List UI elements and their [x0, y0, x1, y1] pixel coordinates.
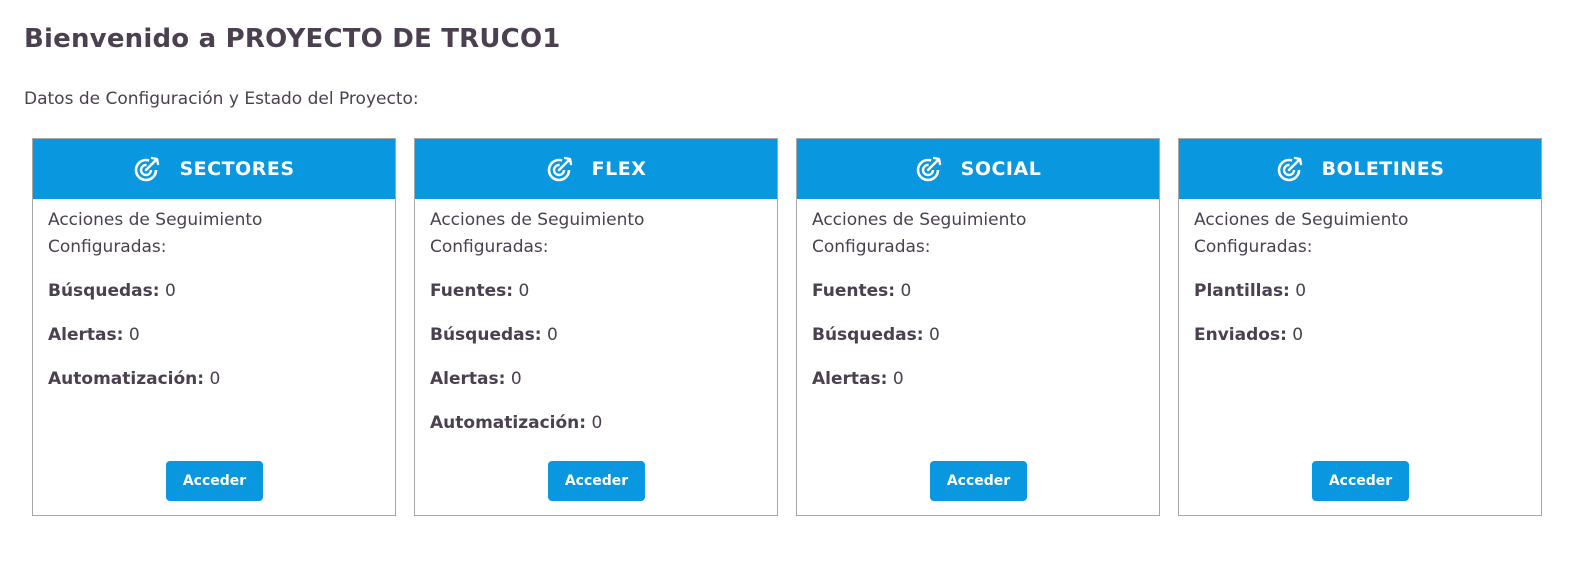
stat-value: 0 — [892, 369, 904, 389]
stat-label: Búsquedas: — [430, 325, 542, 345]
stat-busquedas: Búsquedas: 0 — [48, 277, 380, 305]
target-arrow-icon — [915, 155, 943, 183]
card-boletines: BOLETINES Acciones de Seguimiento Config… — [1178, 138, 1542, 516]
card-header: SOCIAL — [797, 139, 1159, 199]
stat-label: Plantillas: — [1194, 281, 1290, 301]
stat-value: 0 — [1295, 281, 1307, 301]
stat-fuentes: Fuentes: 0 — [812, 277, 1144, 305]
stat-value: 0 — [518, 281, 530, 301]
stat-automatizacion: Automatización: 0 — [48, 365, 380, 393]
stat-alertas: Alertas: 0 — [48, 321, 380, 349]
stat-value: 0 — [209, 369, 221, 389]
stat-label: Alertas: — [430, 369, 506, 389]
card-title: FLEX — [591, 158, 647, 180]
card-title: SOCIAL — [960, 158, 1042, 180]
card-social: SOCIAL Acciones de Seguimiento Configura… — [796, 138, 1160, 516]
stat-label: Alertas: — [48, 325, 124, 345]
stat-value: 0 — [510, 369, 522, 389]
stat-automatizacion: Automatización: 0 — [430, 409, 762, 437]
card-title: BOLETINES — [1321, 158, 1445, 180]
stat-label: Automatización: — [430, 413, 587, 433]
card-description: Acciones de Seguimiento Configuradas: — [1194, 210, 1409, 257]
stat-plantillas: Plantillas: 0 — [1194, 277, 1526, 305]
card-body: Acciones de Seguimiento Configuradas: Bú… — [33, 199, 395, 393]
card-body: Acciones de Seguimiento Configuradas: Pl… — [1179, 199, 1541, 349]
stat-value: 0 — [128, 325, 140, 345]
target-arrow-icon — [1276, 155, 1304, 183]
stat-enviados: Enviados: 0 — [1194, 321, 1526, 349]
stat-label: Automatización: — [48, 369, 205, 389]
card-description: Acciones de Seguimiento Configuradas: — [430, 210, 645, 257]
target-arrow-icon — [133, 155, 161, 183]
page-subtitle: Datos de Configuración y Estado del Proy… — [24, 89, 419, 109]
stat-alertas: Alertas: 0 — [430, 365, 762, 393]
target-arrow-icon — [546, 155, 574, 183]
stat-label: Búsquedas: — [812, 325, 924, 345]
card-sectores: SECTORES Acciones de Seguimiento Configu… — [32, 138, 396, 516]
stat-value: 0 — [546, 325, 558, 345]
acceder-button[interactable]: Acceder — [930, 461, 1027, 501]
card-body: Acciones de Seguimiento Configuradas: Fu… — [415, 199, 777, 437]
acceder-button[interactable]: Acceder — [1312, 461, 1409, 501]
card-description: Acciones de Seguimiento Configuradas: — [48, 210, 263, 257]
card-title: SECTORES — [179, 158, 295, 180]
stat-value: 0 — [164, 281, 176, 301]
stat-value: 0 — [900, 281, 912, 301]
acceder-button[interactable]: Acceder — [548, 461, 645, 501]
stat-value: 0 — [591, 413, 603, 433]
card-header: FLEX — [415, 139, 777, 199]
stat-alertas: Alertas: 0 — [812, 365, 1144, 393]
page-title: Bienvenido a PROYECTO DE TRUCO1 — [24, 24, 561, 54]
stat-fuentes: Fuentes: 0 — [430, 277, 762, 305]
stat-label: Fuentes: — [430, 281, 514, 301]
card-flex: FLEX Acciones de Seguimiento Configurada… — [414, 138, 778, 516]
stat-busquedas: Búsquedas: 0 — [812, 321, 1144, 349]
stat-value: 0 — [1292, 325, 1304, 345]
card-description: Acciones de Seguimiento Configuradas: — [812, 210, 1027, 257]
stat-label: Alertas: — [812, 369, 888, 389]
stat-value: 0 — [928, 325, 940, 345]
card-header: BOLETINES — [1179, 139, 1541, 199]
stat-label: Enviados: — [1194, 325, 1287, 345]
stat-label: Fuentes: — [812, 281, 896, 301]
card-body: Acciones de Seguimiento Configuradas: Fu… — [797, 199, 1159, 393]
stat-busquedas: Búsquedas: 0 — [430, 321, 762, 349]
acceder-button[interactable]: Acceder — [166, 461, 263, 501]
stat-label: Búsquedas: — [48, 281, 160, 301]
card-header: SECTORES — [33, 139, 395, 199]
